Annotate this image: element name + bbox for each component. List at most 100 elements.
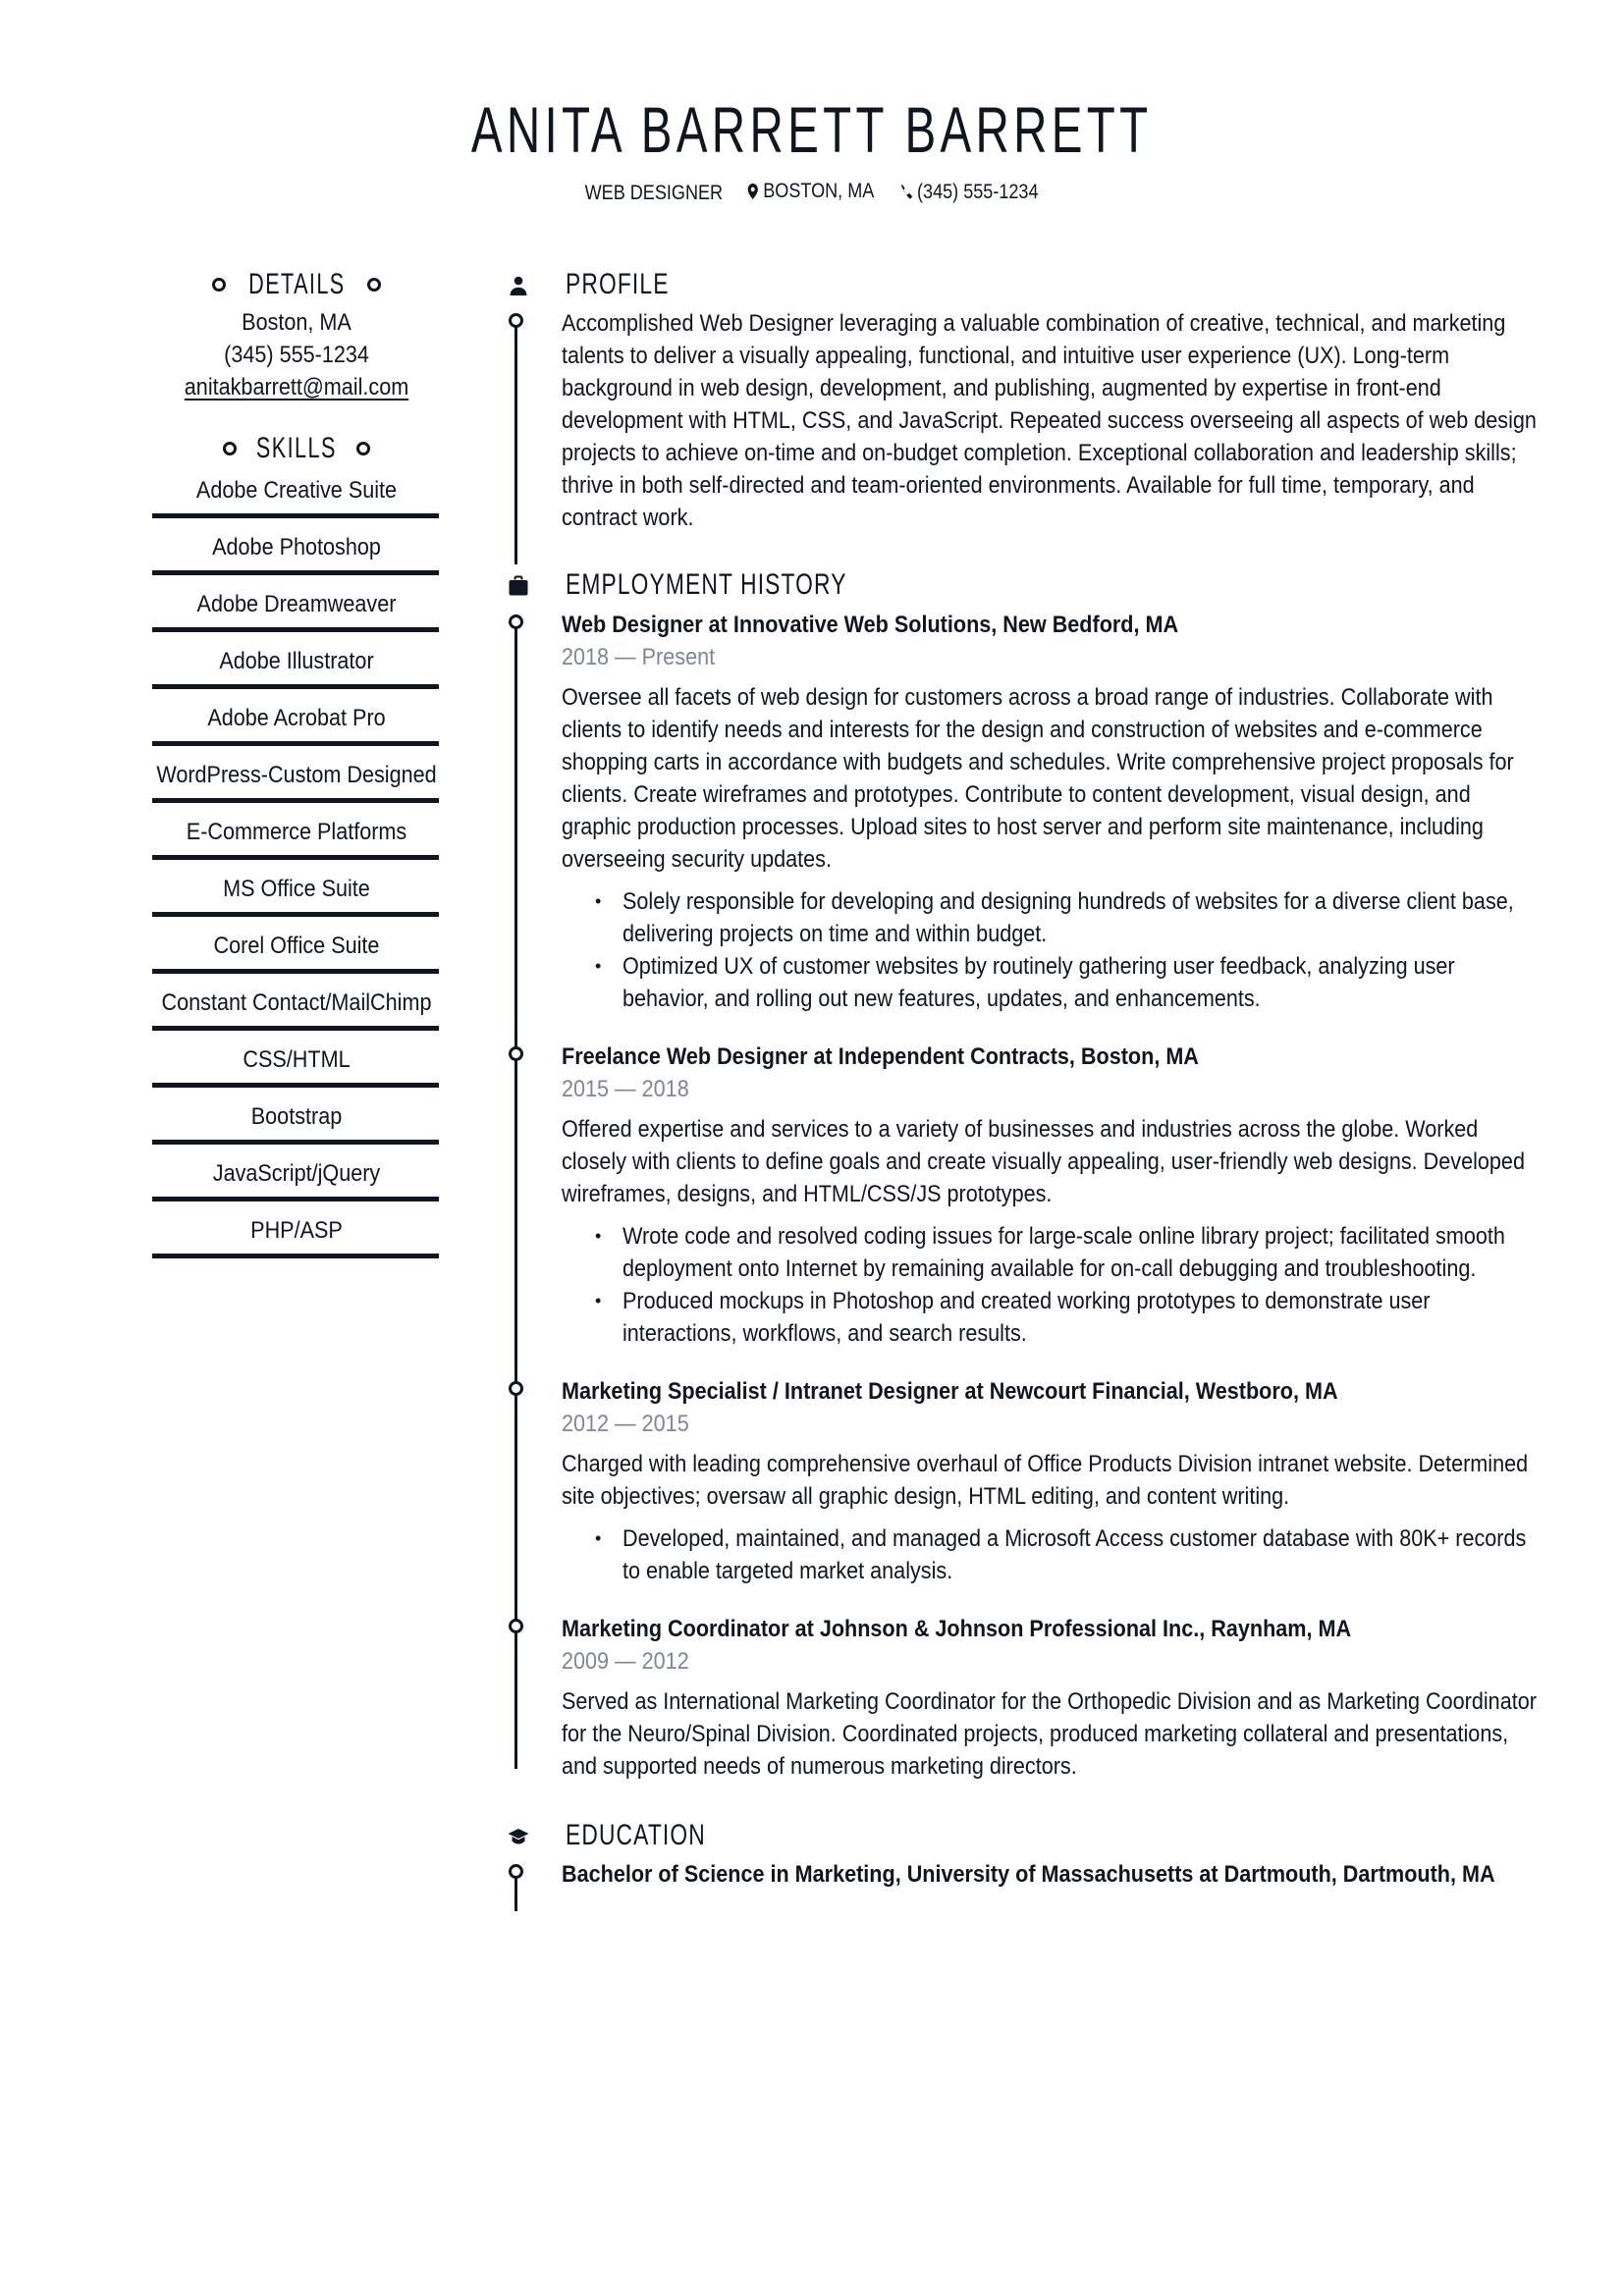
header-phone: (345) 555-1234 [899,178,1039,207]
skill-name: Adobe Illustrator [219,648,374,674]
skill-item: Constant Contact/MailChimp [128,987,465,1043]
ring-icon [223,442,238,455]
skill-level-fill [152,855,439,860]
job-entry: Marketing Specialist / Intranet Designer… [509,1375,1551,1587]
job-entry: Marketing Coordinator at Johnson & Johns… [509,1613,1551,1783]
timeline-line [514,321,517,564]
education-title: EDUCATION [566,1819,706,1851]
timeline-node [509,313,523,328]
details-list: Boston, MA (345) 555-1234 anitakbarrett@… [128,306,465,403]
skill-item: Adobe Acrobat Pro [128,702,465,759]
education-degree: Bachelor of Science in Marketing, Univer… [562,1861,1495,1888]
skill-item: PHP/ASP [128,1214,465,1271]
briefcase-icon [509,575,528,596]
job-dates: 2015 — 2018 [562,1073,1551,1105]
employment-timeline: Web Designer at Innovative Web Solutions… [509,609,1551,1783]
graduation-cap-icon [508,1829,529,1844]
job-dates-text: 2012 — 2015 [562,1411,689,1437]
job-title: Marketing Coordinator at Johnson & Johns… [562,1613,1551,1645]
ring-icon [211,278,226,292]
skill-level-bar [152,741,439,746]
job-description-text: Served as International Marketing Coordi… [562,1688,1537,1780]
skill-level-fill [152,1083,439,1088]
sidebar: DETAILS Boston, MA (345) 555-1234 anitak… [128,265,465,1271]
job-description: Served as International Marketing Coordi… [562,1685,1543,1783]
skill-level-bar [152,798,439,803]
skill-name: Corel Office Suite [213,933,380,959]
skill-item: E-Commerce Platforms [128,816,465,873]
job-description: Charged with leading comprehensive overh… [562,1448,1543,1513]
skill-level-fill [152,912,439,917]
timeline-node [509,1619,523,1633]
phone-icon [900,185,912,199]
job-bullet-text: Developed, maintained, and managed a Mic… [623,1525,1527,1584]
skill-level-fill [152,1026,439,1031]
education-heading: EDUCATION [491,1816,1551,1855]
location-text: BOSTON, MA [763,180,875,202]
skill-item: Bootstrap [128,1100,465,1157]
skill-level-bar [152,912,439,917]
job-description: Offered expertise and services to a vari… [562,1113,1543,1210]
details-phone: (345) 555-1234 [224,342,369,368]
job-bullet: Optimized UX of customer websites by rou… [595,950,1551,1015]
job-title: Web Designer at Innovative Web Solutions… [562,609,1551,641]
skill-name: Adobe Creative Suite [195,477,398,504]
skill-name: WordPress-Custom Designed [156,762,437,788]
skill-level-fill [152,1140,439,1145]
employment-section: EMPLOYMENT HISTORY Web Designer at Innov… [491,565,1551,1783]
main-content: PROFILE Accomplished Web Designer levera… [491,265,1551,1911]
profile-heading: PROFILE [491,265,1551,304]
skill-level-fill [152,798,439,803]
job-description-text: Offered expertise and services to a vari… [562,1116,1525,1207]
skills-heading-label: SKILLS [256,432,337,464]
job-title-text: Web Designer at Innovative Web Solutions… [562,612,1179,638]
skill-level-fill [152,684,439,689]
skill-level-fill [152,513,439,518]
job-title: Freelance Web Designer at Independent Co… [562,1041,1551,1073]
job-bullet-text: Wrote code and resolved coding issues fo… [623,1223,1505,1282]
details-city: Boston, MA [242,309,352,336]
job-entry: Web Designer at Innovative Web Solutions… [509,609,1551,1015]
job-dates-text: 2009 — 2012 [562,1648,689,1675]
timeline-node [509,1046,523,1061]
profile-title: PROFILE [566,268,670,300]
skill-name: Adobe Dreamweaver [196,591,397,617]
header-location: BOSTON, MA [748,177,875,206]
details-email-link[interactable]: anitakbarrett@mail.com [185,374,408,400]
job-dates: 2012 — 2015 [562,1408,1551,1440]
skill-item: MS Office Suite [128,873,465,930]
job-bullet-text: Produced mockups in Photoshop and create… [623,1288,1431,1347]
skill-name: CSS/HTML [243,1046,351,1073]
details-heading-label: DETAILS [247,268,346,300]
skill-level-bar [152,1254,439,1258]
job-bullets: Developed, maintained, and managed a Mic… [562,1522,1551,1587]
skill-name: Bootstrap [250,1103,343,1130]
skill-name: Adobe Photoshop [212,534,381,561]
skill-level-bar [152,1197,439,1201]
job-dates: 2018 — Present [562,641,1551,673]
ring-icon [355,442,370,455]
job-bullets: Wrote code and resolved coding issues fo… [562,1220,1551,1350]
job-bullet: Produced mockups in Photoshop and create… [595,1285,1551,1350]
job-title-text: Marketing Coordinator at Johnson & Johns… [562,1616,1352,1642]
profile-timeline: Accomplished Web Designer leveraging a v… [509,307,1551,564]
timeline-line [514,622,517,1769]
skill-level-fill [152,969,439,974]
job-dates-text: 2018 — Present [562,644,716,670]
job-bullet: Solely responsible for developing and de… [595,885,1551,950]
skill-level-bar [152,1026,439,1031]
profile-section: PROFILE Accomplished Web Designer levera… [491,265,1551,564]
education-timeline: Bachelor of Science in Marketing, Univer… [509,1858,1551,1911]
skill-item: Adobe Creative Suite [128,474,465,531]
skill-name: Adobe Acrobat Pro [207,705,386,731]
skill-level-fill [152,570,439,575]
skills-list: Adobe Creative Suite Adobe Photoshop Adobe… [128,474,465,1271]
education-entry: Bachelor of Science in Marketing, Univer… [562,1858,1551,1891]
skill-name: PHP/ASP [250,1217,343,1244]
skill-level-bar [152,1140,439,1145]
person-icon [510,276,527,295]
skill-item: Adobe Photoshop [128,531,465,588]
job-bullet-text: Solely responsible for developing and de… [623,888,1514,947]
skill-name: JavaScript/jQuery [212,1160,381,1187]
skill-level-bar [152,627,439,632]
